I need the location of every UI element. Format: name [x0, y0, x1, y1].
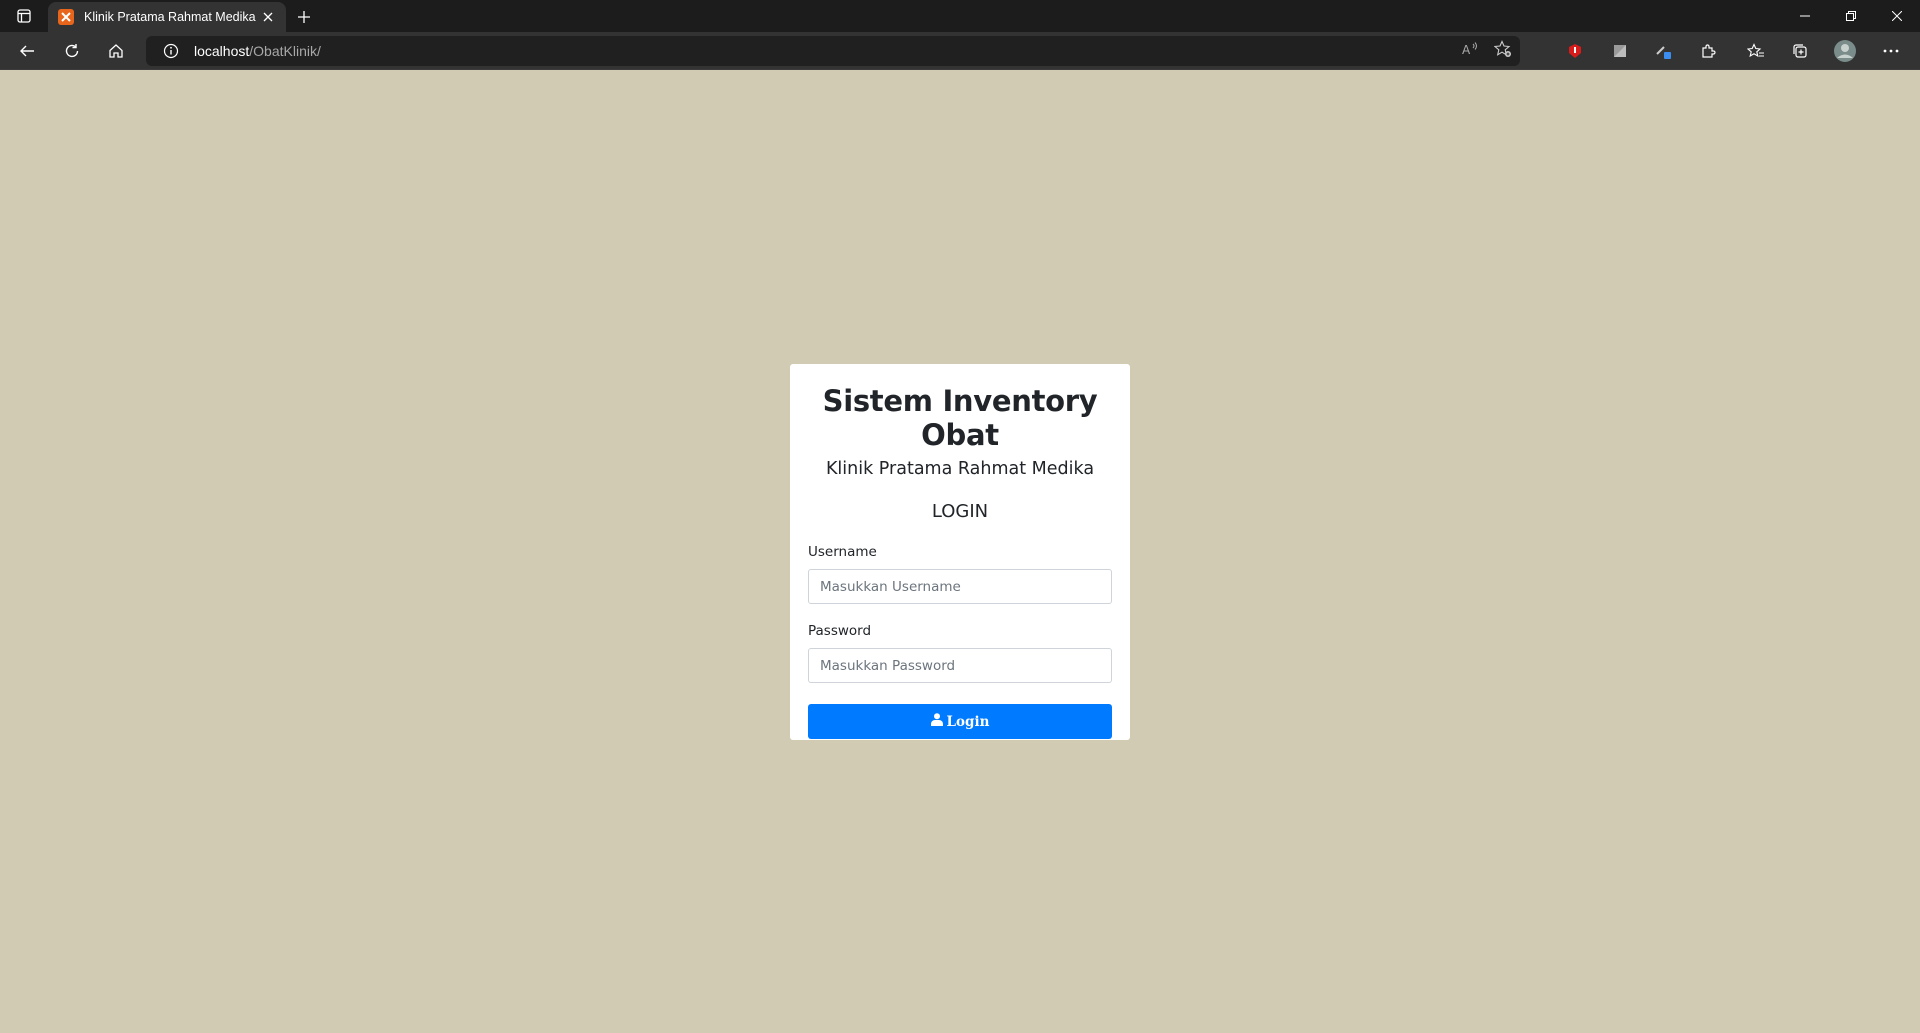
- back-arrow-icon[interactable]: [12, 37, 42, 65]
- user-icon: [930, 713, 943, 730]
- url-text: localhost/ObatKlinik/: [194, 43, 321, 59]
- tab-title: Klinik Pratama Rahmat Medika: [84, 10, 256, 24]
- browser-toolbar: localhost/ObatKlinik/ A: [0, 32, 1920, 70]
- url-host: localhost: [194, 43, 250, 59]
- login-card: Sistem Inventory Obat Klinik Pratama Rah…: [790, 364, 1130, 740]
- password-label: Password: [808, 623, 872, 639]
- login-button[interactable]: Login: [808, 704, 1112, 739]
- profile-avatar[interactable]: [1831, 37, 1859, 65]
- page-background: Sistem Inventory Obat Klinik Pratama Rah…: [0, 71, 1920, 1033]
- favorites-icon[interactable]: [1742, 37, 1770, 65]
- add-favorite-icon[interactable]: [1493, 39, 1512, 63]
- browser-tab-bar: [0, 0, 1920, 32]
- site-info-icon[interactable]: [154, 36, 188, 66]
- extension-blue-icon[interactable]: [1650, 37, 1678, 65]
- url-path: /ObatKlinik/: [249, 43, 321, 59]
- xampp-favicon-icon: [58, 9, 74, 25]
- restore-icon[interactable]: [1828, 0, 1874, 32]
- collections-icon[interactable]: [1786, 37, 1814, 65]
- window-controls: [1782, 0, 1920, 32]
- extension-gray-icon[interactable]: [1606, 37, 1634, 65]
- svg-text:A: A: [1462, 43, 1471, 57]
- browser-tab[interactable]: Klinik Pratama Rahmat Medika: [48, 2, 286, 32]
- username-input[interactable]: [808, 569, 1112, 604]
- extensions-puzzle-icon[interactable]: [1694, 37, 1722, 65]
- login-button-label: Login: [946, 713, 990, 730]
- home-icon[interactable]: [101, 37, 131, 65]
- extension-red-icon[interactable]: [1561, 37, 1589, 65]
- refresh-icon[interactable]: [57, 37, 87, 65]
- login-heading: LOGIN: [931, 501, 989, 522]
- app-title: Sistem Inventory Obat: [822, 384, 1098, 452]
- tab-actions-icon[interactable]: [0, 0, 48, 32]
- address-bar[interactable]: localhost/ObatKlinik/ A: [146, 36, 1520, 66]
- close-window-icon[interactable]: [1874, 0, 1920, 32]
- new-tab-button[interactable]: [293, 6, 315, 28]
- read-aloud-icon[interactable]: A: [1462, 41, 1480, 62]
- clinic-subtitle: Klinik Pratama Rahmat Medika: [825, 459, 1095, 479]
- minimize-icon[interactable]: [1782, 0, 1828, 32]
- more-options-icon[interactable]: [1877, 37, 1905, 65]
- close-tab-icon[interactable]: [260, 9, 276, 25]
- username-label: Username: [808, 544, 877, 560]
- password-input[interactable]: [808, 648, 1112, 683]
